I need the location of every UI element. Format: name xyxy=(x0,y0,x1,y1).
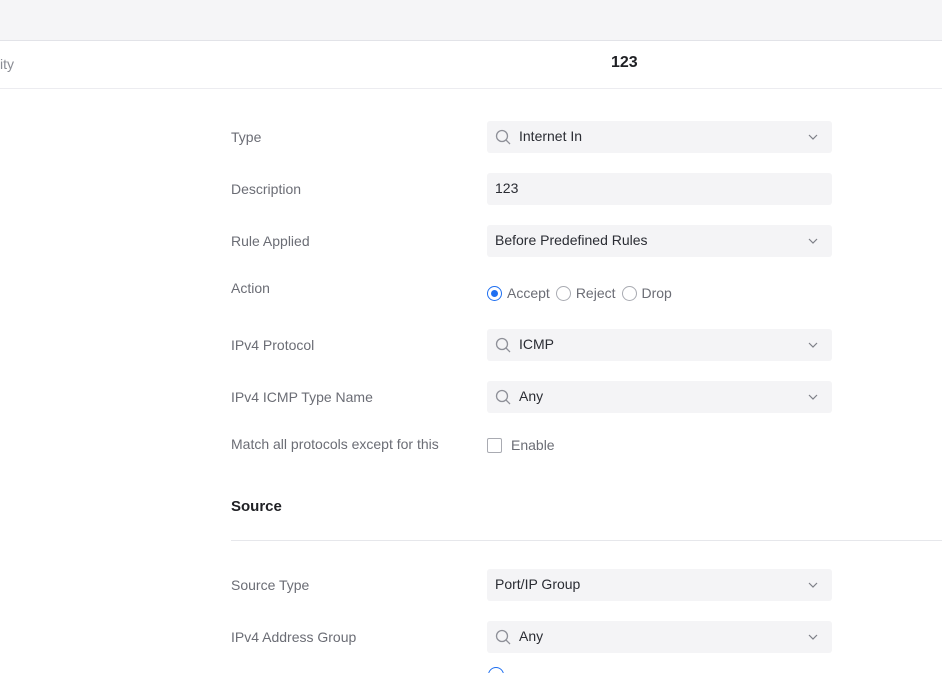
rule-applied-label: Rule Applied xyxy=(231,233,310,249)
type-label: Type xyxy=(231,129,262,145)
search-icon xyxy=(495,337,511,353)
search-icon xyxy=(495,389,511,405)
address-group-value: Any xyxy=(519,628,544,644)
action-radio-drop[interactable]: Drop xyxy=(621,285,672,301)
radio-selected-icon[interactable] xyxy=(488,667,504,673)
chevron-down-icon xyxy=(808,394,818,400)
type-select[interactable]: Internet In xyxy=(487,121,832,153)
enable-checkbox-label: Enable xyxy=(511,437,555,453)
enable-checkbox[interactable]: Enable xyxy=(487,437,555,453)
section-divider xyxy=(231,540,942,541)
rule-applied-value: Before Predefined Rules xyxy=(495,232,648,248)
icmp-type-label: IPv4 ICMP Type Name xyxy=(231,389,373,405)
radio-selected-icon xyxy=(487,285,502,301)
source-section-title: Source xyxy=(231,498,282,515)
checkbox-icon xyxy=(487,437,502,453)
action-label: Action xyxy=(231,280,270,296)
page-title: 123 xyxy=(611,54,638,71)
ipv4-protocol-label: IPv4 Protocol xyxy=(231,337,315,353)
ipv4-protocol-value: ICMP xyxy=(519,336,554,352)
header-row: ity 123 xyxy=(0,41,942,89)
source-type-select[interactable]: Port/IP Group xyxy=(487,569,832,601)
action-radio-group: Accept Reject Drop xyxy=(487,284,678,302)
action-radio-accept[interactable]: Accept xyxy=(487,285,550,301)
action-option-label: Drop xyxy=(641,285,672,301)
source-type-label: Source Type xyxy=(231,577,310,593)
description-input[interactable]: 123 xyxy=(487,173,832,205)
type-value: Internet In xyxy=(519,128,583,144)
chevron-down-icon xyxy=(808,342,818,348)
icmp-type-select[interactable]: Any xyxy=(487,381,832,413)
chevron-down-icon xyxy=(808,582,818,588)
action-option-label: Accept xyxy=(507,285,550,301)
icmp-type-value: Any xyxy=(519,388,544,404)
address-group-select[interactable]: Any xyxy=(487,621,832,653)
search-icon xyxy=(495,129,511,145)
radio-unselected-icon xyxy=(555,285,571,301)
chevron-down-icon xyxy=(808,134,818,140)
address-group-label: IPv4 Address Group xyxy=(231,629,357,645)
chevron-down-icon xyxy=(808,238,818,244)
source-type-value: Port/IP Group xyxy=(495,576,581,592)
header-left-text: ity xyxy=(0,56,14,72)
chevron-down-icon xyxy=(808,634,818,640)
action-radio-reject[interactable]: Reject xyxy=(555,285,616,301)
top-bar xyxy=(0,0,942,41)
rule-applied-select[interactable]: Before Predefined Rules xyxy=(487,225,832,257)
description-value: 123 xyxy=(495,180,519,196)
action-option-label: Reject xyxy=(575,285,616,301)
radio-unselected-icon xyxy=(621,285,637,301)
description-label: Description xyxy=(231,181,302,197)
match-except-label: Match all protocols except for this xyxy=(231,436,439,452)
search-icon xyxy=(495,629,511,645)
ipv4-protocol-select[interactable]: ICMP xyxy=(487,329,832,361)
